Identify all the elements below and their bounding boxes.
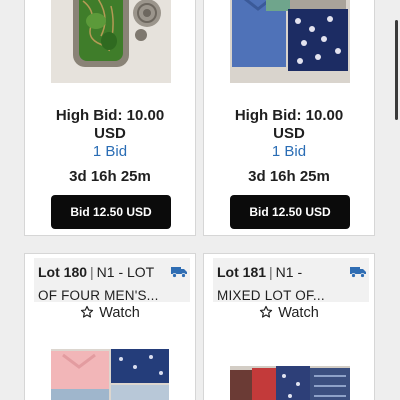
separator: | — [269, 264, 273, 280]
lot-title-continued: MIXED LOT OF... — [217, 288, 325, 303]
time-remaining: 3d 16h 25m — [69, 168, 151, 185]
lot-header[interactable]: Lot 181 | N1 - MIXED LOT OF... — [213, 258, 369, 303]
lot-card[interactable]: Lot 180 | N1 - LOT OF FOUR MEN'S... Watch — [24, 253, 196, 400]
star-outline-icon — [81, 305, 94, 318]
lot-title-line: Lot 181 | N1 - — [217, 264, 302, 280]
star-outline-icon — [260, 305, 273, 318]
time-remaining: 3d 16h 25m — [248, 168, 330, 185]
scrollbar[interactable] — [395, 0, 400, 400]
place-bid-button[interactable]: Bid 12.50 USD — [230, 195, 350, 229]
bid-count-link[interactable]: 1 Bid — [25, 143, 195, 160]
lot-title: N1 - — [275, 264, 303, 280]
bid-count-link[interactable]: 1 Bid — [204, 143, 374, 160]
truck-icon — [350, 267, 366, 278]
auction-grid: High Bid: 10.00 USD 1 Bid 3d 16h 25m Bid… — [0, 0, 400, 400]
lot-number: Lot 180 — [38, 264, 88, 280]
watch-toggle[interactable]: Watch — [204, 305, 374, 321]
lot-image[interactable] — [230, 366, 350, 400]
lot-card[interactable]: Lot 181 | N1 - MIXED LOT OF... Watch — [203, 253, 375, 400]
lot-card[interactable]: High Bid: 10.00 USD 1 Bid 3d 16h 25m Bid… — [24, 0, 196, 236]
lot-image[interactable] — [51, 0, 171, 83]
scrollbar-thumb[interactable] — [395, 20, 398, 120]
place-bid-button[interactable]: Bid 12.50 USD — [51, 195, 171, 229]
lot-image[interactable] — [51, 349, 169, 400]
high-bid-currency: USD — [94, 125, 126, 142]
high-bid-amount: High Bid: 10.00 — [55, 107, 165, 124]
truck-icon — [171, 267, 187, 278]
lot-card[interactable]: High Bid: 10.00 USD 1 Bid 3d 16h 25m Bid… — [203, 0, 375, 236]
high-bid-amount: High Bid: 10.00 — [234, 107, 344, 124]
lot-header[interactable]: Lot 180 | N1 - LOT OF FOUR MEN'S... — [34, 258, 190, 303]
high-bid-currency: USD — [273, 125, 305, 142]
lot-number: Lot 181 — [217, 264, 267, 280]
lot-title-line: Lot 180 | N1 - LOT — [38, 264, 154, 280]
watch-label: Watch — [278, 305, 319, 321]
lot-title-continued: OF FOUR MEN'S... — [38, 288, 159, 303]
lot-image[interactable] — [230, 0, 350, 83]
lot-title: N1 - LOT — [96, 264, 155, 280]
watch-label: Watch — [99, 305, 140, 321]
watch-toggle[interactable]: Watch — [25, 305, 195, 321]
separator: | — [90, 264, 94, 280]
